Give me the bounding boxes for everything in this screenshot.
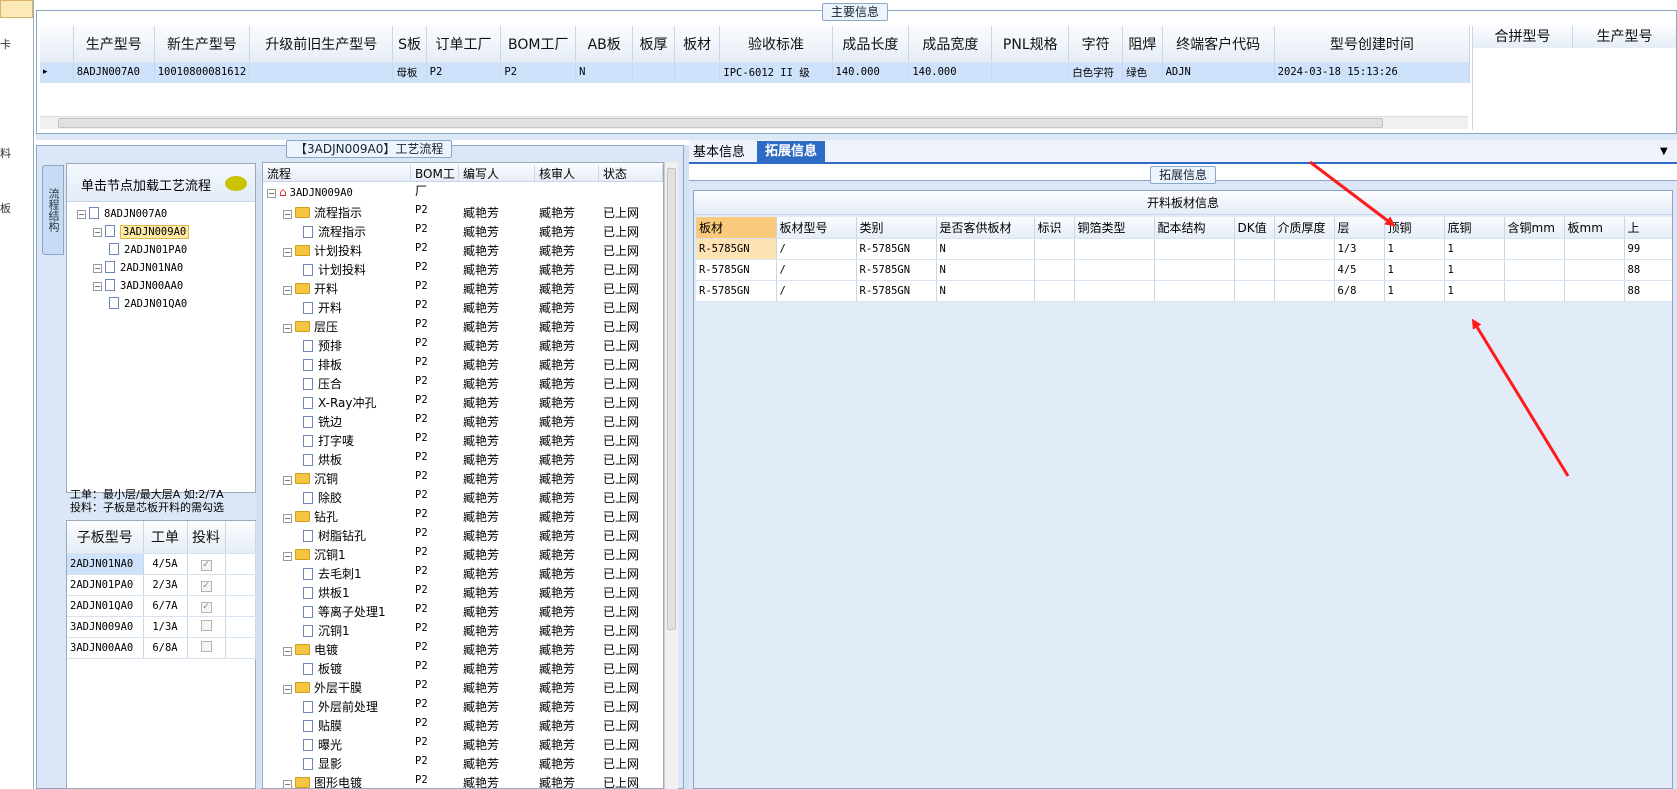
annotation-arrows [1309, 160, 1570, 477]
arrow-to-top-copper [1309, 160, 1396, 227]
arrow-to-bottom-copper [1471, 318, 1570, 477]
